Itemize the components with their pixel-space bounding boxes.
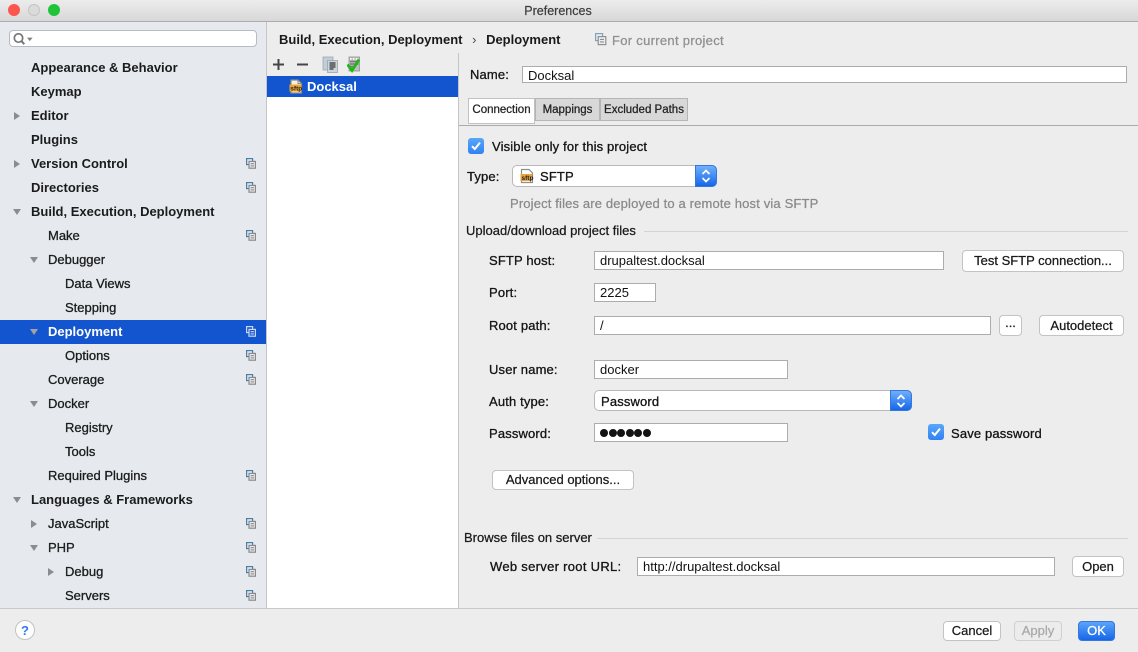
svg-text:sftp: sftp bbox=[290, 85, 302, 92]
svg-text:sftp: sftp bbox=[522, 175, 534, 182]
